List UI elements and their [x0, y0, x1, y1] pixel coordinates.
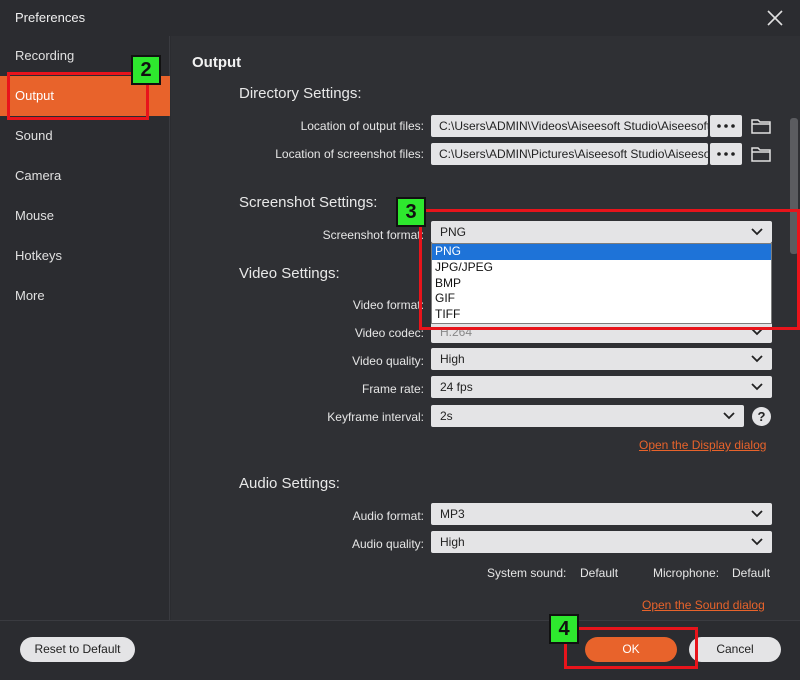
- dropdown-option-tiff[interactable]: TIFF: [432, 307, 771, 323]
- audio-settings-title: Audio Settings:: [239, 475, 340, 492]
- keyframe-interval-label: Keyframe interval:: [327, 410, 424, 424]
- audio-format-value: MP3: [440, 507, 465, 521]
- video-codec-value: H.264: [440, 325, 473, 339]
- sidebar-item-sound[interactable]: Sound: [0, 116, 170, 156]
- video-codec-select[interactable]: H.264: [431, 321, 772, 343]
- ok-button[interactable]: OK: [585, 637, 677, 662]
- dropdown-option-png[interactable]: PNG: [432, 244, 771, 260]
- screenshot-location-label: Location of screenshot files:: [275, 147, 424, 161]
- audio-format-label: Audio format:: [352, 509, 424, 523]
- cancel-button[interactable]: Cancel: [689, 637, 781, 662]
- video-format-label: Video format:: [352, 298, 424, 312]
- chevron-down-icon: [751, 383, 763, 391]
- window-title: Preferences: [15, 10, 86, 25]
- chevron-down-icon: [751, 355, 763, 363]
- sidebar-item-mouse[interactable]: Mouse: [0, 196, 170, 236]
- output-location-label: Location of output files:: [300, 119, 424, 133]
- folder-icon[interactable]: [751, 118, 771, 134]
- chevron-down-icon: [751, 510, 763, 518]
- open-display-dialog-link[interactable]: Open the Display dialog: [639, 438, 766, 452]
- screenshot-format-label: Screenshot format:: [322, 228, 424, 242]
- audio-quality-value: High: [440, 535, 465, 549]
- more-dots-icon: [717, 124, 735, 128]
- sidebar-item-camera[interactable]: Camera: [0, 156, 170, 196]
- close-icon[interactable]: [764, 7, 786, 29]
- screenshot-format-dropdown: PNG JPG/JPEG BMP GIF TIFF: [431, 243, 772, 324]
- section-title: Output: [192, 54, 242, 71]
- chevron-down-icon: [723, 412, 735, 420]
- frame-rate-label: Frame rate:: [361, 382, 424, 396]
- audio-quality-select[interactable]: High: [431, 531, 772, 553]
- frame-rate-value: 24 fps: [440, 380, 473, 394]
- system-sound-value: Default: [580, 566, 619, 580]
- frame-rate-select[interactable]: 24 fps: [431, 376, 772, 398]
- step-badge-3: 3: [396, 197, 426, 227]
- video-quality-label: Video quality:: [352, 354, 424, 368]
- step-badge-4: 4: [549, 614, 579, 644]
- step-badge-2: 2: [131, 55, 161, 85]
- microphone-value: Default: [732, 566, 771, 580]
- sidebar-item-hotkeys[interactable]: Hotkeys: [0, 236, 170, 276]
- video-settings-title: Video Settings:: [239, 265, 340, 282]
- screenshot-settings-title: Screenshot Settings:: [239, 194, 378, 211]
- output-location-field[interactable]: C:\Users\ADMIN\Videos\Aiseesoft Studio\A…: [431, 115, 708, 137]
- browse-output-button[interactable]: [710, 115, 742, 137]
- sidebar: Recording Output Sound Camera Mouse Hotk…: [0, 36, 170, 620]
- sidebar-item-more[interactable]: More: [0, 276, 170, 316]
- video-quality-select[interactable]: High: [431, 348, 772, 370]
- video-quality-value: High: [440, 352, 465, 366]
- screenshot-format-select[interactable]: PNG: [431, 221, 772, 243]
- dropdown-option-gif[interactable]: GIF: [432, 291, 771, 307]
- help-icon[interactable]: ?: [752, 407, 771, 426]
- title-bar: Preferences: [0, 0, 800, 36]
- screenshot-location-field[interactable]: C:\Users\ADMIN\Pictures\Aiseesoft Studio…: [431, 143, 708, 165]
- chevron-down-icon: [751, 228, 763, 236]
- chevron-down-icon: [751, 538, 763, 546]
- directory-settings-title: Directory Settings:: [239, 85, 362, 102]
- screenshot-format-value: PNG: [440, 225, 467, 239]
- browse-screenshot-button[interactable]: [710, 143, 742, 165]
- audio-quality-label: Audio quality:: [351, 537, 424, 551]
- more-dots-icon: [717, 152, 735, 156]
- keyframe-interval-value: 2s: [440, 409, 453, 423]
- dropdown-option-jpg[interactable]: JPG/JPEG: [432, 260, 771, 276]
- video-codec-label: Video codec:: [354, 326, 424, 340]
- chevron-down-icon: [751, 328, 763, 336]
- folder-icon[interactable]: [751, 146, 771, 162]
- microphone-label: Microphone:: [653, 566, 720, 580]
- audio-format-select[interactable]: MP3: [431, 503, 772, 525]
- reset-to-default-button[interactable]: Reset to Default: [20, 637, 135, 662]
- open-sound-dialog-link[interactable]: Open the Sound dialog: [642, 598, 765, 612]
- scrollbar-thumb[interactable]: [790, 118, 798, 254]
- dropdown-option-bmp[interactable]: BMP: [432, 276, 771, 292]
- keyframe-interval-select[interactable]: 2s: [431, 405, 744, 427]
- system-sound-label: System sound:: [487, 566, 567, 580]
